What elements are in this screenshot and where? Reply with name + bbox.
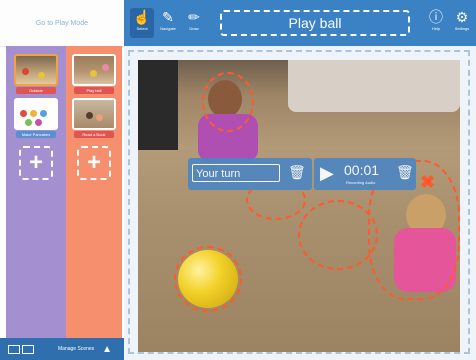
editor-toolbar: ☝ Select ✎ Navigate ✏ Draw Play ball ⓘ H… xyxy=(124,0,476,46)
audio-duration: 00:01 xyxy=(344,162,380,178)
speech-text-input[interactable]: Your turn xyxy=(192,164,280,182)
scene-column-orange: Play ball Read a Book + xyxy=(66,46,122,338)
manage-scenes-label: Manage Scenes xyxy=(58,346,95,352)
scene-label: Make Pancakes xyxy=(16,131,56,138)
scene-thumbnail xyxy=(72,54,116,86)
go-to-play-mode-button[interactable]: Go to Play Mode xyxy=(0,0,124,47)
audio-panel: ▶ 00:01 Recording Audio 🗑 xyxy=(314,158,416,190)
add-scene-button[interactable]: + xyxy=(19,146,53,180)
play-icon[interactable]: ▶ xyxy=(320,163,334,184)
hand-pointer-icon: ☝ xyxy=(133,9,151,25)
tool-label: Select xyxy=(136,26,148,31)
scene-label: Play ball xyxy=(74,87,114,94)
audio-status-label: Recording Audio xyxy=(346,180,376,185)
scene-label: Outside xyxy=(16,87,56,94)
scene-photo[interactable]: ✖ xyxy=(138,60,460,352)
trash-icon[interactable]: 🗑 xyxy=(396,164,414,181)
scenes-layout-icon xyxy=(8,344,20,354)
hotspot-ball[interactable] xyxy=(174,246,242,312)
manage-scenes-bar[interactable]: Manage Scenes ▲ xyxy=(0,338,124,360)
scene-label: Read a Book xyxy=(74,131,114,138)
scene-card-make-pancakes[interactable]: Make Pancakes xyxy=(14,98,58,138)
pencil-icon: ✏ xyxy=(188,9,200,25)
speech-text-panel: Your turn 🗑 xyxy=(188,158,312,190)
pencil-icon: ✎ xyxy=(162,9,174,25)
scene-column-purple: Outside Make Pancakes + xyxy=(6,46,66,338)
add-scene-button[interactable]: + xyxy=(77,146,111,180)
tool-label: Navigate xyxy=(160,26,176,31)
draw-tool-button[interactable]: ✏ Draw xyxy=(182,8,206,38)
help-icon: ⓘ xyxy=(429,9,443,25)
scene-canvas[interactable]: ✖ xyxy=(124,46,476,360)
scene-card-play-ball[interactable]: Play ball xyxy=(72,54,116,94)
scene-sidebar: Go to Play Mode Outside Make Pancakes + … xyxy=(0,0,124,360)
navigate-tool-button[interactable]: ✎ Navigate xyxy=(156,8,180,38)
dark-furniture xyxy=(138,60,178,150)
chevron-up-icon: ▲ xyxy=(102,343,113,355)
scene-card-outside[interactable]: Outside xyxy=(14,54,58,94)
hotspot-action-bar: Your turn 🗑 ▶ 00:01 Recording Audio 🗑 xyxy=(188,158,416,190)
scene-title-field[interactable]: Play ball xyxy=(220,10,410,36)
hotspot-child-left[interactable] xyxy=(202,72,254,132)
scenes-layout-icon xyxy=(22,344,34,354)
trash-icon[interactable]: 🗑 xyxy=(288,164,306,181)
tool-label: Draw xyxy=(189,26,199,31)
scene-card-read-a-book[interactable]: Read a Book xyxy=(72,98,116,138)
hotspot-floor[interactable] xyxy=(298,200,378,270)
settings-button[interactable]: ⚙ Settings xyxy=(450,8,474,38)
couch xyxy=(288,60,460,112)
close-icon[interactable]: ✖ xyxy=(420,172,435,193)
gear-icon: ⚙ xyxy=(455,9,469,25)
scene-thumbnail xyxy=(72,98,116,130)
scene-thumbnail xyxy=(14,54,58,86)
select-tool-button[interactable]: ☝ Select xyxy=(130,8,154,38)
tool-label: Settings xyxy=(454,26,470,31)
tool-label: Help xyxy=(431,26,441,31)
help-button[interactable]: ⓘ Help xyxy=(424,8,448,38)
scene-thumbnail xyxy=(14,98,58,130)
